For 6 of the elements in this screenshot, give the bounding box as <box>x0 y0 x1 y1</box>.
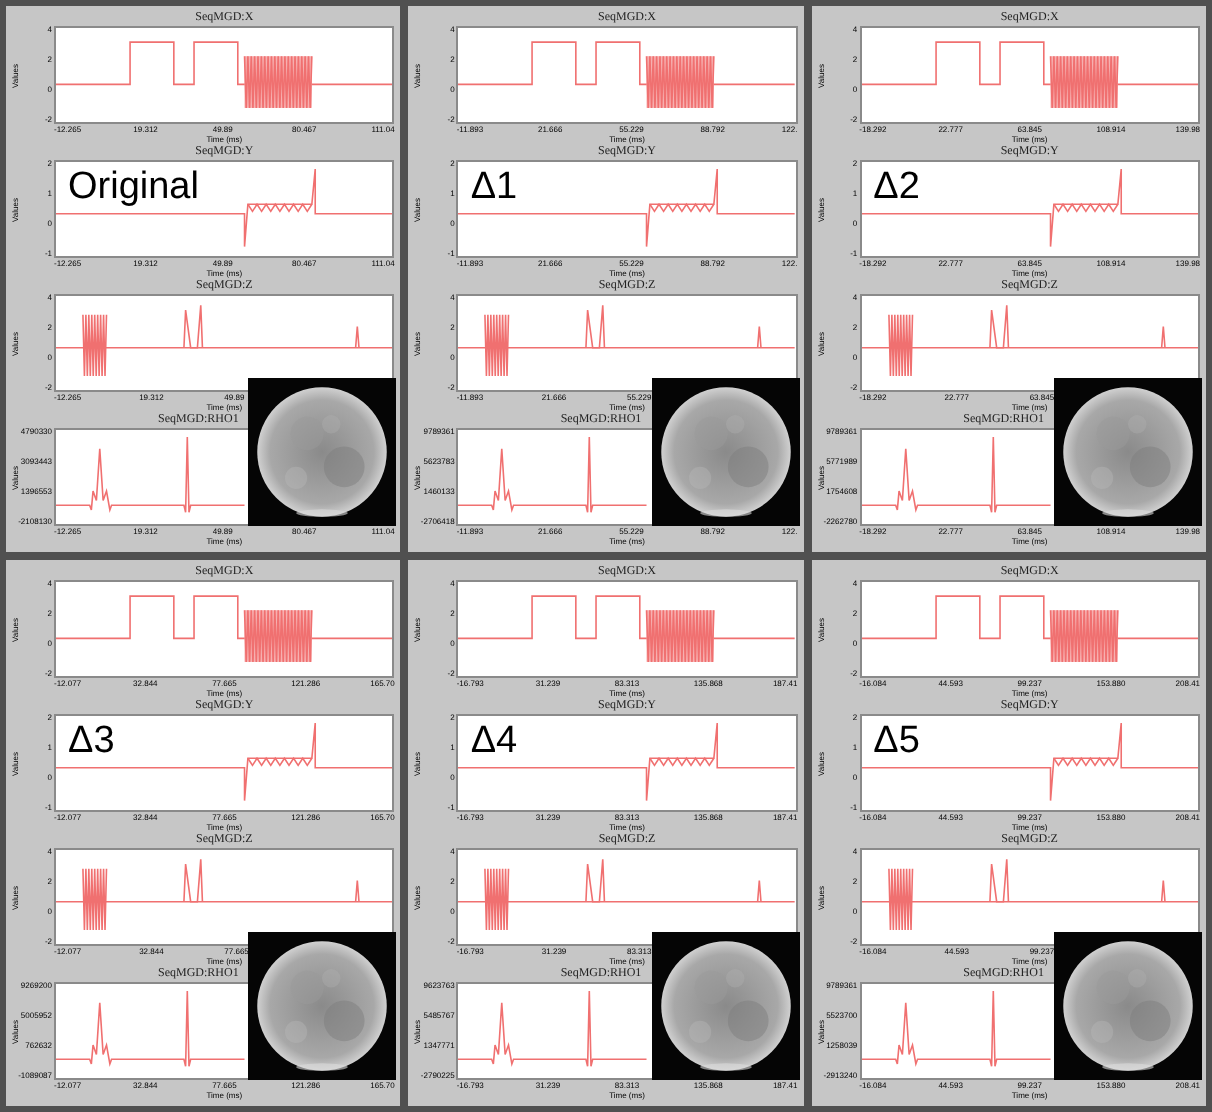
panel-label: Δ5 <box>873 722 920 760</box>
panel-label: Δ2 <box>873 168 920 206</box>
panel-label: Δ1 <box>470 168 518 206</box>
panel-label: Original <box>68 168 199 206</box>
panel-label: Δ3 <box>68 722 115 760</box>
panel-label: Δ4 <box>470 722 518 760</box>
